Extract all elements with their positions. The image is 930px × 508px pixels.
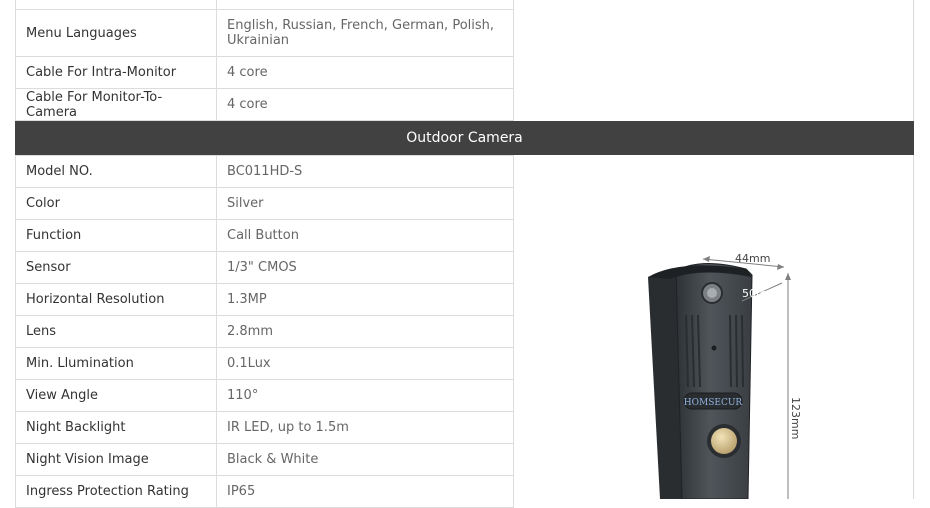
spec-value: 1/3" CMOS — [216, 251, 514, 284]
camera-illustration: HOMSECUR 44mm 50mm 123mm — [648, 252, 802, 499]
table-row: Sensor 1/3" CMOS — [15, 251, 514, 284]
table-row: Night Vision Image Black & White — [15, 443, 514, 476]
spec-value: English, Russian, French, German, Polish… — [216, 9, 514, 57]
spec-value: Silver — [216, 187, 514, 220]
spec-value: 0.1Lux — [216, 347, 514, 380]
spec-page: Menu Languages English, Russian, French,… — [0, 0, 930, 508]
spec-label: Ingress Protection Rating — [15, 475, 217, 508]
spec-label: Function — [15, 219, 217, 252]
spec-label: Lens — [15, 315, 217, 348]
spec-label: Color — [15, 187, 217, 220]
monitor-spec-table: Menu Languages English, Russian, French,… — [15, 0, 514, 121]
spec-value: Black & White — [216, 443, 514, 476]
spec-value: IP65 — [216, 475, 514, 508]
spec-label: Cable For Monitor-To-Camera — [15, 88, 217, 121]
spec-value: 1.3MP — [216, 283, 514, 316]
spec-value — [216, 0, 514, 10]
table-row: Horizontal Resolution 1.3MP — [15, 283, 514, 316]
camera-lens-inner — [707, 288, 717, 298]
spec-label: Cable For Intra-Monitor — [15, 56, 217, 89]
spec-label: Night Vision Image — [15, 443, 217, 476]
table-row — [15, 0, 514, 10]
spec-label: Model NO. — [15, 155, 217, 188]
spec-value: 4 core — [216, 56, 514, 89]
microphone-hole — [711, 345, 717, 351]
spec-value: 110° — [216, 379, 514, 412]
dimension-depth-label: 50mm — [742, 287, 777, 300]
table-row: Ingress Protection Rating IP65 — [15, 475, 514, 508]
table-row: Menu Languages English, Russian, French,… — [15, 9, 514, 57]
spec-label — [15, 0, 217, 10]
camera-spec-table: Model NO. BC011HD-S Color Silver Functio… — [15, 155, 514, 508]
spec-label: Menu Languages — [15, 9, 217, 57]
spec-label: Min. Llumination — [15, 347, 217, 380]
spec-label: Horizontal Resolution — [15, 283, 217, 316]
outdoor-camera-image: HOMSECUR 44mm 50mm 123mm — [520, 155, 914, 499]
spec-value: 4 core — [216, 88, 514, 121]
table-row: Model NO. BC011HD-S — [15, 155, 514, 188]
spec-value: IR LED, up to 1.5m — [216, 411, 514, 444]
call-button-icon — [711, 428, 737, 454]
spec-label: View Angle — [15, 379, 217, 412]
spec-value: 2.8mm — [216, 315, 514, 348]
table-row: Cable For Intra-Monitor 4 core — [15, 56, 514, 89]
table-row: View Angle 110° — [15, 379, 514, 412]
table-row: Min. Llumination 0.1Lux — [15, 347, 514, 380]
section-header-outdoor-camera: Outdoor Camera — [15, 121, 914, 155]
spec-label: Night Backlight — [15, 411, 217, 444]
brand-label: HOMSECUR — [684, 398, 743, 408]
table-row: Color Silver — [15, 187, 514, 220]
spec-label: Sensor — [15, 251, 217, 284]
table-row: Night Backlight IR LED, up to 1.5m — [15, 411, 514, 444]
table-row: Lens 2.8mm — [15, 315, 514, 348]
dimension-width-label: 44mm — [735, 252, 770, 265]
spec-value: BC011HD-S — [216, 155, 514, 188]
table-row: Function Call Button — [15, 219, 514, 252]
dimension-height-label: 123mm — [789, 397, 802, 439]
spec-value: Call Button — [216, 219, 514, 252]
table-row: Cable For Monitor-To-Camera 4 core — [15, 88, 514, 121]
